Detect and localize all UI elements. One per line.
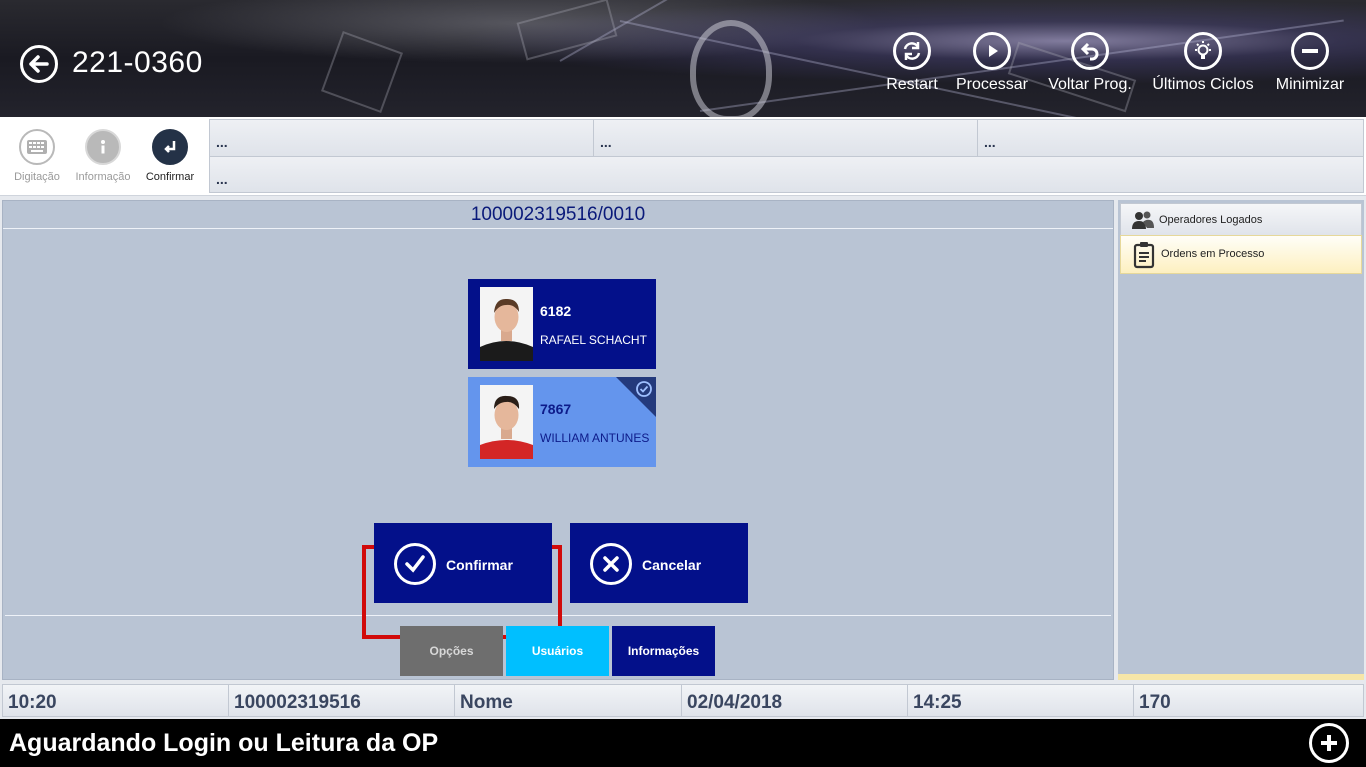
info-field: ... (209, 156, 1364, 193)
side-panel-strip (1118, 674, 1364, 680)
confirm-toolbar-button[interactable]: Confirmar (137, 129, 203, 183)
operator-photo-image (480, 287, 533, 361)
clipboard-icon (1133, 242, 1155, 269)
minimize-button[interactable]: Minimizar (1255, 32, 1365, 94)
operator-code: 7867 (540, 401, 572, 417)
machine-id: 221-0360 (72, 46, 203, 79)
stage-truss (516, 0, 618, 61)
operator-card-selected[interactable]: 7867 WILLIAM ANTUNES (468, 377, 656, 467)
status-time: 10:20 (2, 684, 229, 717)
side-panel: Operadores Logados Ordens em Processo (1118, 200, 1364, 680)
info-field: ... (593, 119, 978, 157)
status-bar: 10:20 100002319516 Nome 02/04/2018 14:25… (2, 684, 1364, 717)
cancel-label: Cancelar (642, 557, 702, 573)
footer-message: Aguardando Login ou Leitura da OP (9, 729, 439, 757)
confirm-button[interactable]: Confirmar (374, 523, 552, 603)
tab-information[interactable]: Informações (612, 626, 715, 676)
users-icon (1132, 211, 1154, 229)
operator-photo-image (480, 385, 533, 459)
footer-bar: Aguardando Login ou Leitura da OP (0, 719, 1366, 767)
info-grid: ... ... ... ... (209, 119, 1364, 193)
play-icon (989, 45, 998, 57)
operator-photo (480, 287, 533, 361)
info-icon (101, 140, 105, 154)
close-icon (603, 556, 619, 572)
status-count: 170 (1133, 684, 1364, 717)
process-label: Processar (955, 76, 1029, 93)
check-circle-icon (636, 381, 652, 397)
typing-label: Digitação (14, 171, 60, 183)
information-label: Informação (75, 171, 131, 183)
operator-card[interactable]: 6182 RAFAEL SCHACHT (468, 279, 656, 369)
tab-users[interactable]: Usuários (506, 626, 609, 676)
tab-options[interactable]: Opções (400, 626, 503, 676)
orders-in-process-label: Ordens em Processo (1161, 248, 1265, 260)
info-field: ... (977, 119, 1364, 157)
return-program-button[interactable]: Voltar Prog. (1035, 32, 1145, 94)
stage-truss (320, 30, 404, 114)
enter-icon (164, 141, 176, 153)
status-name: Nome (454, 684, 682, 717)
keyboard-icon (27, 140, 47, 154)
operator-code: 6182 (540, 303, 572, 319)
last-cycles-button[interactable]: Últimos Ciclos (1148, 32, 1258, 94)
main-panel: 100002319516/0010 6182 RAFAEL SCHACHT 78… (2, 200, 1114, 680)
operator-name: RAFAEL SCHACHT (540, 333, 647, 347)
toolbar: Digitação Informação Confirmar ... ... .… (0, 117, 1366, 196)
return-program-label: Voltar Prog. (1048, 76, 1132, 93)
operator-photo (480, 385, 533, 459)
lightbulb-icon (1195, 41, 1211, 59)
order-number: 100002319516/0010 (3, 201, 1113, 229)
status-date: 02/04/2018 (681, 684, 908, 717)
restart-icon (903, 42, 921, 60)
confirm-label: Confirmar (446, 557, 513, 573)
stage-logo-shape (690, 20, 772, 117)
checkmark-icon (405, 555, 425, 573)
confirm-toolbar-label: Confirmar (145, 171, 195, 183)
tab-logged-operators[interactable]: Operadores Logados (1120, 203, 1362, 237)
tab-orders-in-process[interactable]: Ordens em Processo (1120, 235, 1362, 274)
info-field: ... (209, 119, 594, 157)
status-order: 100002319516 (228, 684, 455, 717)
expand-button[interactable] (1309, 723, 1349, 763)
last-cycles-label: Últimos Ciclos (1152, 76, 1254, 93)
operator-area: 6182 RAFAEL SCHACHT 7867 WILLIAM ANTUNES (5, 229, 1111, 639)
operator-name: WILLIAM ANTUNES (540, 431, 650, 445)
process-button[interactable]: Processar (937, 32, 1047, 94)
undo-icon (1080, 42, 1099, 61)
minimize-label: Minimizar (1275, 76, 1345, 93)
minus-icon (1302, 49, 1318, 53)
plus-icon (1321, 735, 1337, 751)
typing-button[interactable]: Digitação (4, 129, 70, 183)
logged-operators-label: Operadores Logados (1159, 214, 1263, 226)
app-header: 221-0360 Restart Processar Voltar Prog. … (0, 0, 1366, 117)
arrow-left-icon (29, 55, 49, 73)
back-button[interactable] (20, 45, 58, 83)
cancel-button[interactable]: Cancelar (570, 523, 748, 603)
status-time2: 14:25 (907, 684, 1134, 717)
information-button[interactable]: Informação (70, 129, 136, 183)
